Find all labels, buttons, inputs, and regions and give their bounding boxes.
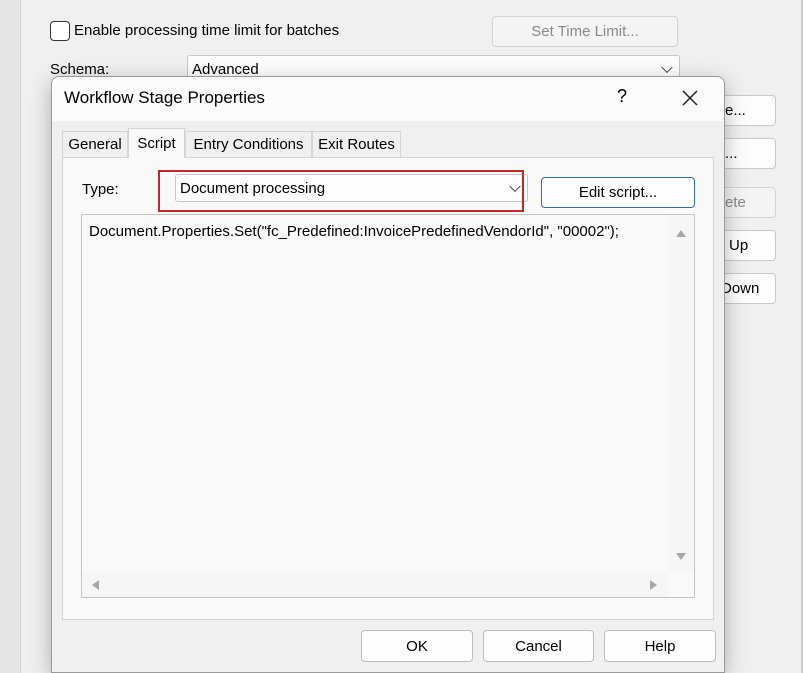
cancel-button[interactable]: Cancel <box>483 630 594 662</box>
horizontal-scrollbar[interactable] <box>82 572 668 597</box>
set-time-limit-button[interactable]: Set Time Limit... <box>492 16 678 47</box>
tab-script[interactable]: Script <box>128 128 185 158</box>
tab-entry-conditions[interactable]: Entry Conditions <box>185 131 312 157</box>
close-icon[interactable] <box>672 83 708 113</box>
scroll-down-icon[interactable] <box>676 553 686 560</box>
help-button[interactable]: Help <box>604 630 716 662</box>
workflow-stage-properties-dialog: Workflow Stage Properties ? General Scri… <box>51 76 725 673</box>
help-question-icon[interactable]: ? <box>612 86 632 107</box>
vertical-scrollbar[interactable] <box>668 215 694 572</box>
highlight-box <box>158 170 524 212</box>
chevron-down-icon <box>661 61 673 74</box>
scroll-left-icon[interactable] <box>92 580 99 590</box>
tab-general[interactable]: General <box>62 131 128 157</box>
script-code: Document.Properties.Set("fc_Predefined:I… <box>89 223 619 240</box>
scroll-right-icon[interactable] <box>650 580 657 590</box>
enable-time-limit-checkbox[interactable] <box>50 21 70 41</box>
scroll-up-icon[interactable] <box>676 230 686 237</box>
background-left-strip <box>0 0 20 673</box>
edit-script-button[interactable]: Edit script... <box>541 177 695 208</box>
script-editor[interactable]: Document.Properties.Set("fc_Predefined:I… <box>81 214 695 598</box>
tab-exit-routes[interactable]: Exit Routes <box>312 131 401 157</box>
schema-value: Advanced <box>192 60 259 78</box>
type-label: Type: <box>82 181 119 198</box>
ok-button[interactable]: OK <box>361 630 473 662</box>
dialog-title: Workflow Stage Properties <box>64 88 265 107</box>
enable-time-limit-label: Enable processing time limit for batches <box>74 22 340 39</box>
